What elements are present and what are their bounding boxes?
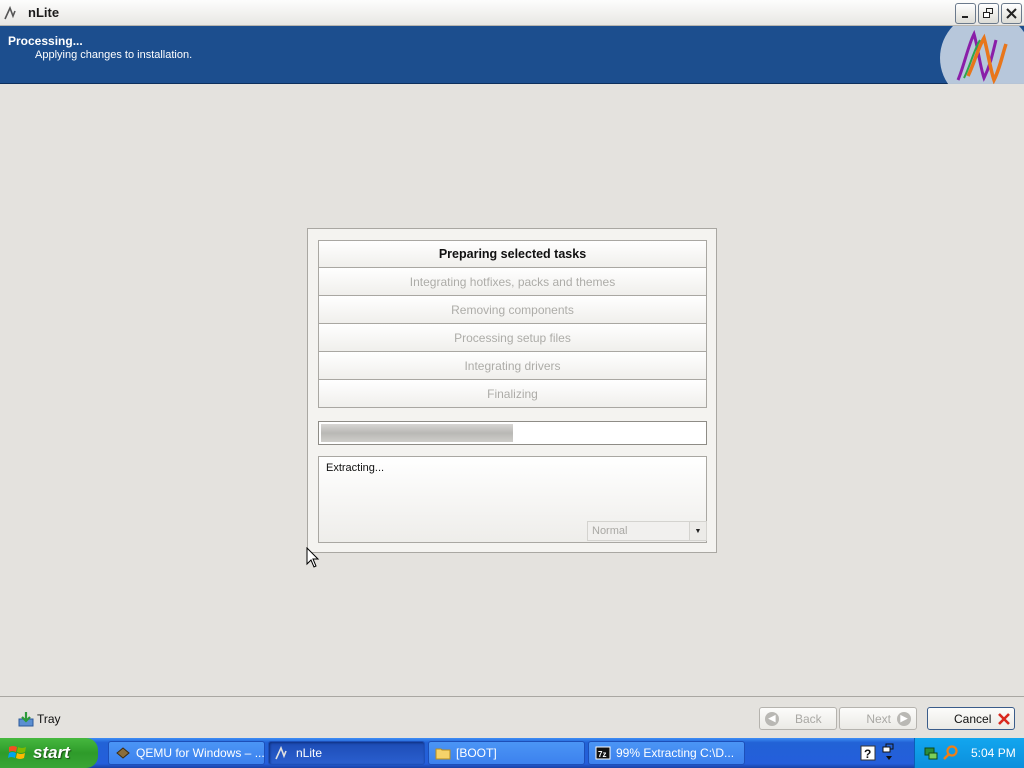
page-title: Processing...	[8, 34, 83, 48]
restore-down-icon[interactable]	[882, 743, 896, 763]
next-label: Next	[866, 711, 891, 726]
help-icon[interactable]: ?	[860, 745, 876, 761]
mouse-cursor-icon	[306, 547, 320, 568]
task-item-removing-components: Removing components	[318, 296, 707, 324]
taskbar-item-qemu[interactable]: QEMU for Windows – ...	[108, 741, 265, 765]
bottom-bar: Tray ◀ Back Next ▶ Cancel	[0, 696, 1024, 738]
start-label: start	[33, 743, 70, 762]
svg-text:?: ?	[864, 747, 871, 761]
tray-button[interactable]: Tray	[18, 711, 61, 727]
priority-dropdown[interactable]: Normal ▼	[587, 521, 707, 541]
system-tray: 5:04 PM	[914, 738, 1024, 768]
taskbar-item-7zip[interactable]: 7z 99% Extracting C:\D...	[588, 741, 745, 765]
network-icon[interactable]	[923, 745, 939, 761]
log-text: Extracting...	[326, 462, 385, 474]
taskbar-item-label: nLite	[296, 746, 323, 760]
task-item-preparing: Preparing selected tasks	[318, 240, 707, 268]
nlite-icon	[275, 745, 287, 760]
page-subtitle: Applying changes to installation.	[35, 49, 193, 61]
quick-tray: ?	[860, 742, 910, 764]
dropdown-arrow-icon[interactable]: ▼	[689, 522, 706, 540]
title-bar[interactable]: nLite	[0, 0, 1024, 26]
progress-fill	[321, 424, 513, 442]
cancel-x-icon	[998, 712, 1011, 725]
tray-label: Tray	[37, 712, 61, 726]
cancel-label: Cancel	[954, 711, 992, 726]
windows-flag-icon	[8, 746, 26, 759]
restore-button[interactable]	[978, 3, 999, 24]
taskbar-item-label: 99% Extracting C:\D...	[616, 746, 735, 760]
7zip-icon: 7z	[595, 746, 611, 760]
taskbar: start QEMU for Windows – ... nLite [BOOT…	[0, 738, 1024, 768]
log-box: Extracting... Normal ▼	[318, 456, 707, 543]
restore-icon	[983, 8, 993, 18]
minimize-icon	[962, 16, 968, 18]
progress-bar	[318, 421, 707, 445]
taskbar-item-boot-folder[interactable]: [BOOT]	[428, 741, 585, 765]
task-item-processing-setup: Processing setup files	[318, 324, 707, 352]
minimize-button[interactable]	[955, 3, 976, 24]
next-button[interactable]: Next ▶	[839, 707, 917, 730]
taskbar-item-label: [BOOT]	[456, 746, 497, 760]
back-arrow-icon: ◀	[765, 711, 779, 726]
header-banner: Processing... Applying changes to instal…	[0, 26, 1024, 84]
qemu-icon	[116, 747, 130, 759]
close-button[interactable]	[1001, 3, 1022, 24]
next-arrow-icon: ▶	[897, 711, 911, 726]
nlite-app-icon	[4, 5, 16, 20]
start-button[interactable]: start	[0, 738, 98, 768]
back-button[interactable]: ◀ Back	[759, 707, 837, 730]
task-item-integrating-drivers: Integrating drivers	[318, 352, 707, 380]
back-label: Back	[795, 711, 822, 726]
nlite-logo	[940, 26, 1024, 84]
processing-panel: Preparing selected tasks Integrating hot…	[307, 228, 717, 553]
task-list: Preparing selected tasks Integrating hot…	[318, 240, 707, 408]
search-icon[interactable]	[943, 745, 959, 761]
folder-icon	[435, 748, 451, 760]
taskbar-item-nlite[interactable]: nLite	[268, 741, 425, 765]
cancel-button[interactable]: Cancel	[927, 707, 1015, 730]
svg-text:7z: 7z	[598, 750, 606, 759]
task-item-integrating-hotfixes: Integrating hotfixes, packs and themes	[318, 268, 707, 296]
clock: 5:04 PM	[971, 746, 1016, 760]
task-item-finalizing: Finalizing	[318, 380, 707, 408]
close-icon	[1006, 8, 1017, 19]
tray-icon	[18, 712, 34, 727]
window-title: nLite	[28, 5, 60, 20]
priority-value: Normal	[592, 525, 628, 537]
taskbar-item-label: QEMU for Windows – ...	[136, 746, 265, 760]
